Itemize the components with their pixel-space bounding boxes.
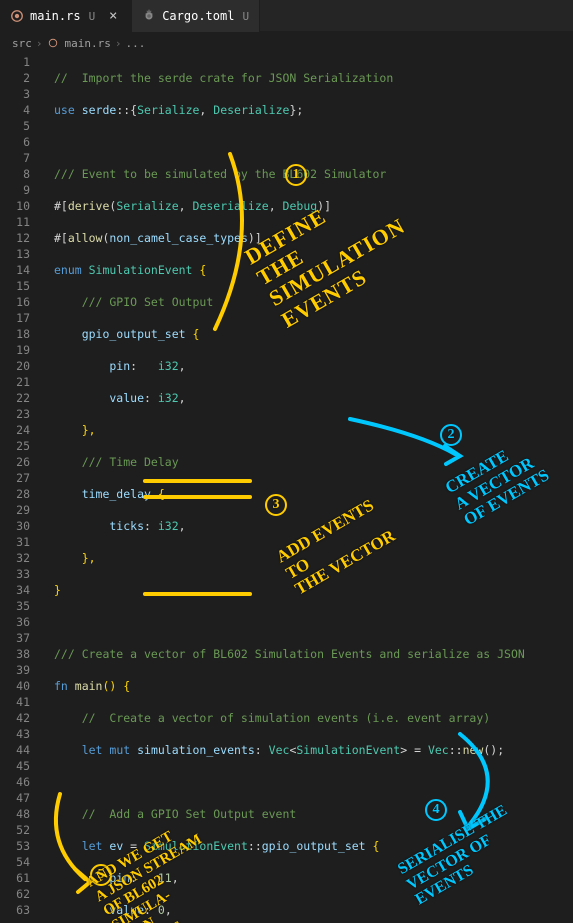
line-number: 62 bbox=[0, 886, 30, 902]
line-number: 11 bbox=[0, 214, 30, 230]
line-number: 8 bbox=[0, 166, 30, 182]
chevron-right-icon: › bbox=[36, 37, 43, 50]
line-number: 25 bbox=[0, 438, 30, 454]
line-number: 63 bbox=[0, 902, 30, 918]
line-number: 24 bbox=[0, 422, 30, 438]
line-number: 52 bbox=[0, 822, 30, 838]
line-number: 1 bbox=[0, 54, 30, 70]
line-number: 45 bbox=[0, 758, 30, 774]
line-number: 42 bbox=[0, 710, 30, 726]
line-number: 61 bbox=[0, 870, 30, 886]
line-number: 38 bbox=[0, 646, 30, 662]
line-number: 27 bbox=[0, 470, 30, 486]
line-number: 21 bbox=[0, 374, 30, 390]
tab-git-status: U bbox=[242, 10, 249, 23]
line-number: 36 bbox=[0, 614, 30, 630]
line-number: 10 bbox=[0, 198, 30, 214]
line-number: 4 bbox=[0, 102, 30, 118]
tab-git-status: U bbox=[89, 10, 96, 23]
line-number: 46 bbox=[0, 774, 30, 790]
breadcrumb[interactable]: src › main.rs › ... bbox=[0, 32, 573, 54]
line-number: 28 bbox=[0, 486, 30, 502]
tab-label: Cargo.toml bbox=[162, 9, 234, 23]
line-number: 22 bbox=[0, 390, 30, 406]
line-number: 29 bbox=[0, 502, 30, 518]
line-number: 18 bbox=[0, 326, 30, 342]
line-number: 12 bbox=[0, 230, 30, 246]
line-number: 47 bbox=[0, 790, 30, 806]
tab-cargo-toml[interactable]: Cargo.toml U bbox=[132, 0, 260, 32]
line-number: 14 bbox=[0, 262, 30, 278]
line-number: 40 bbox=[0, 678, 30, 694]
tab-main-rs[interactable]: main.rs U × bbox=[0, 0, 132, 32]
line-number: 19 bbox=[0, 342, 30, 358]
line-number: 6 bbox=[0, 134, 30, 150]
rust-icon bbox=[10, 9, 24, 23]
line-number: 48 bbox=[0, 806, 30, 822]
line-number: 15 bbox=[0, 278, 30, 294]
line-number: 41 bbox=[0, 694, 30, 710]
line-number: 33 bbox=[0, 566, 30, 582]
line-number: 7 bbox=[0, 150, 30, 166]
line-number: 39 bbox=[0, 662, 30, 678]
line-number: 13 bbox=[0, 246, 30, 262]
code-content[interactable]: // Import the serde crate for JSON Seria… bbox=[42, 54, 573, 923]
breadcrumb-part[interactable]: ... bbox=[125, 37, 145, 50]
editor-tabs: main.rs U × Cargo.toml U bbox=[0, 0, 573, 32]
line-number: 2 bbox=[0, 70, 30, 86]
line-number: 20 bbox=[0, 358, 30, 374]
line-number: 3 bbox=[0, 86, 30, 102]
line-number: 23 bbox=[0, 406, 30, 422]
breadcrumb-part[interactable]: src bbox=[12, 37, 32, 50]
line-number: 37 bbox=[0, 630, 30, 646]
breadcrumb-part[interactable]: main.rs bbox=[65, 37, 111, 50]
line-number: 53 bbox=[0, 838, 30, 854]
line-number: 44 bbox=[0, 742, 30, 758]
line-number: 16 bbox=[0, 294, 30, 310]
line-number: 54 bbox=[0, 854, 30, 870]
tab-label: main.rs bbox=[30, 9, 81, 23]
line-number-gutter: 1 2 3 4 5 6 7 8 9 10 11 12 13 14 15 16 1… bbox=[0, 54, 42, 923]
line-number: 35 bbox=[0, 598, 30, 614]
line-number: 17 bbox=[0, 310, 30, 326]
chevron-right-icon: › bbox=[115, 37, 122, 50]
code-editor[interactable]: 1 2 3 4 5 6 7 8 9 10 11 12 13 14 15 16 1… bbox=[0, 54, 573, 923]
line-number: 34 bbox=[0, 582, 30, 598]
line-number: 30 bbox=[0, 518, 30, 534]
rust-icon bbox=[47, 36, 61, 50]
line-number: 31 bbox=[0, 534, 30, 550]
line-number: 32 bbox=[0, 550, 30, 566]
close-icon[interactable]: × bbox=[105, 8, 121, 24]
line-number: 5 bbox=[0, 118, 30, 134]
line-number: 9 bbox=[0, 182, 30, 198]
gear-icon bbox=[142, 9, 156, 23]
line-number: 43 bbox=[0, 726, 30, 742]
line-number: 26 bbox=[0, 454, 30, 470]
